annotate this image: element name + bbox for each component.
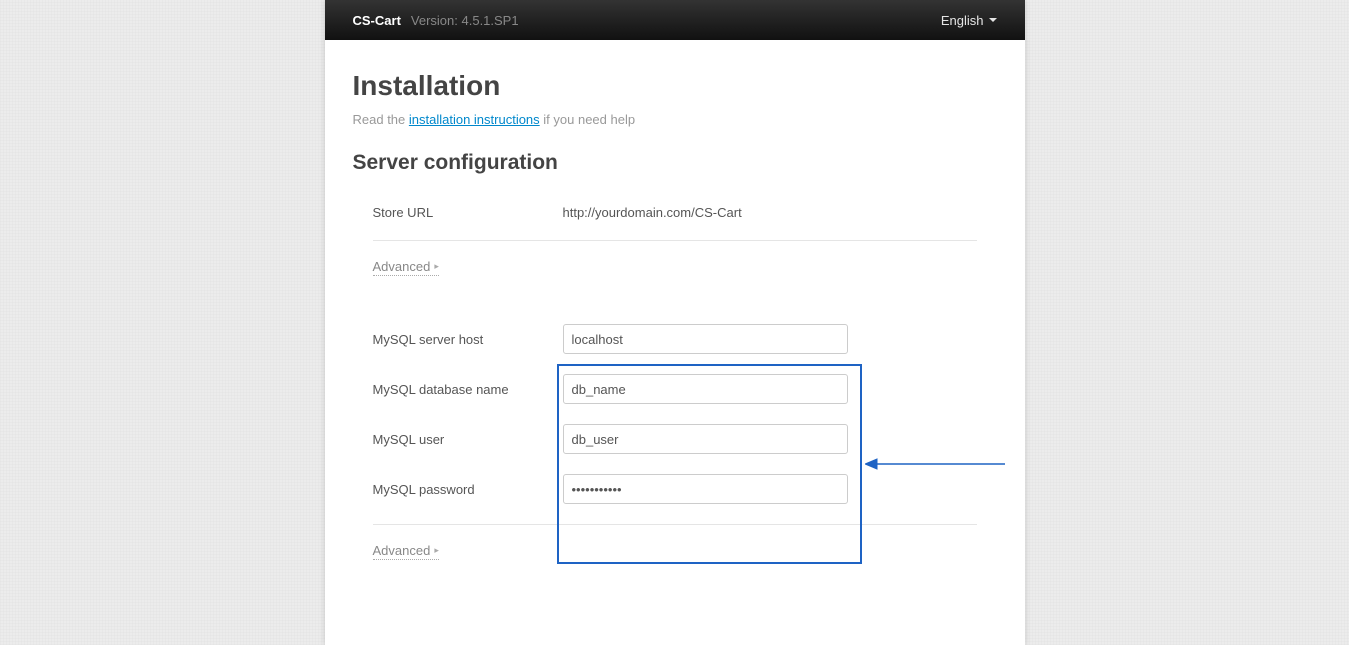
language-label: English (941, 13, 984, 28)
mysql-user-row: MySQL user (373, 424, 977, 454)
top-navbar: CS-Cart Version: 4.5.1.SP1 English (325, 0, 1025, 40)
language-dropdown[interactable]: English (941, 13, 997, 28)
subtitle-before: Read the (353, 112, 409, 127)
advanced-label: Advanced (373, 543, 431, 558)
caret-down-icon (989, 18, 997, 22)
store-url-row: Store URL http://yourdomain.com/CS-Cart (373, 205, 977, 220)
section-title: Server configuration (353, 151, 997, 175)
instructions-link[interactable]: installation instructions (409, 112, 540, 127)
subtitle-text: Read the installation instructions if yo… (353, 112, 997, 127)
annotation-arrow-icon (865, 456, 1005, 472)
advanced-toggle-1[interactable]: Advanced ▸ (373, 259, 439, 276)
advanced-toggle-2[interactable]: Advanced ▸ (373, 543, 439, 560)
brand-label: CS-Cart (353, 13, 401, 28)
mysql-dbname-label: MySQL database name (373, 382, 563, 397)
mysql-dbname-row: MySQL database name (373, 374, 977, 404)
page-title: Installation (353, 70, 997, 102)
divider (373, 240, 977, 241)
chevron-right-icon: ▸ (434, 261, 439, 272)
mysql-host-row: MySQL server host (373, 324, 977, 354)
mysql-password-input[interactable] (563, 474, 848, 504)
navbar-left: CS-Cart Version: 4.5.1.SP1 (353, 13, 519, 28)
mysql-user-input[interactable] (563, 424, 848, 454)
db-section: MySQL server host MySQL database name My… (373, 324, 977, 504)
mysql-user-label: MySQL user (373, 432, 563, 447)
mysql-password-label: MySQL password (373, 482, 563, 497)
advanced-label: Advanced (373, 259, 431, 274)
content-area: Installation Read the installation instr… (325, 40, 1025, 600)
mysql-password-row: MySQL password (373, 474, 977, 504)
store-url-label: Store URL (373, 205, 563, 220)
mysql-dbname-input[interactable] (563, 374, 848, 404)
mysql-host-label: MySQL server host (373, 332, 563, 347)
divider (373, 524, 977, 525)
subtitle-after: if you need help (540, 112, 635, 127)
chevron-right-icon: ▸ (434, 545, 439, 556)
version-label: Version: 4.5.1.SP1 (411, 13, 519, 28)
main-container: CS-Cart Version: 4.5.1.SP1 English Insta… (325, 0, 1025, 645)
mysql-host-input[interactable] (563, 324, 848, 354)
store-url-value: http://yourdomain.com/CS-Cart (563, 205, 742, 220)
form-area: Store URL http://yourdomain.com/CS-Cart … (353, 205, 997, 560)
